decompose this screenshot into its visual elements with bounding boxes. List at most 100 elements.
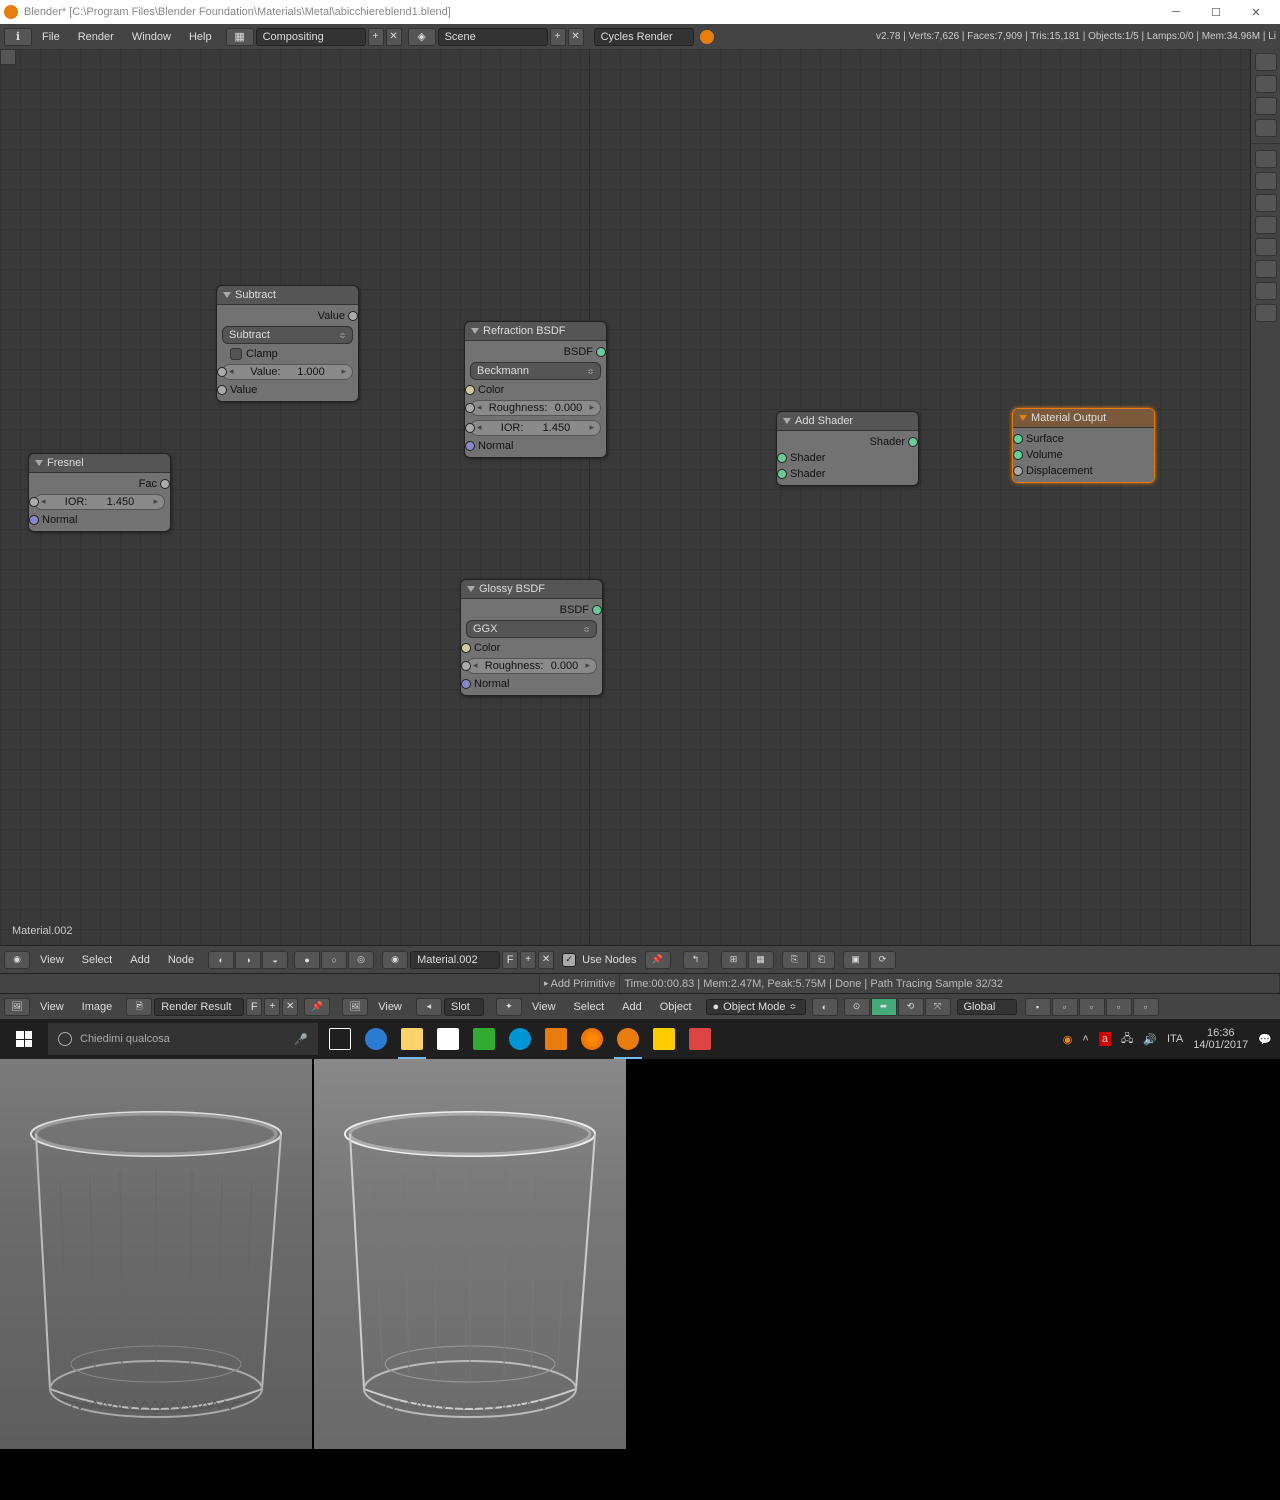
3d-view[interactable]: View — [524, 999, 564, 1015]
socket-rough-in[interactable] — [461, 661, 471, 671]
socket-disp-in[interactable] — [1013, 466, 1023, 476]
backdrop-icon[interactable]: ▣ — [843, 951, 869, 969]
sidebar-obj-icon[interactable] — [1255, 150, 1277, 168]
tray-av-icon[interactable]: a — [1099, 1032, 1111, 1046]
manip-rot-icon[interactable]: ⟲ — [898, 998, 924, 1016]
socket-bsdf-out[interactable] — [592, 605, 602, 615]
socket-ior-in[interactable] — [29, 497, 39, 507]
material-name-field[interactable]: Material.002 — [410, 951, 500, 969]
tray-notifications-icon[interactable]: 💬 — [1258, 1033, 1272, 1046]
socket-shader-out[interactable] — [908, 437, 918, 447]
copy-nodes-icon[interactable]: ⎘ — [782, 951, 808, 969]
start-button[interactable] — [0, 1019, 48, 1059]
layout-icon[interactable]: ▦ — [226, 28, 254, 46]
tray-app-icon[interactable]: ◉ — [1063, 1033, 1073, 1046]
close-button[interactable]: ✕ — [1236, 0, 1276, 24]
ne-add[interactable]: Add — [122, 952, 158, 968]
scene-icon[interactable]: ◈ — [408, 28, 436, 46]
sidebar-material-icon[interactable] — [1255, 238, 1277, 256]
node-glossy[interactable]: Glossy BSDF BSDF GGX≎ Color ◂Roughness:0… — [460, 579, 603, 696]
refraction-ior-field[interactable]: ◂IOR:1.450▸ — [470, 420, 601, 436]
img-unlink[interactable]: ✕ — [282, 998, 298, 1016]
mic-icon[interactable]: 🎤 — [294, 1033, 308, 1046]
blender-task-icon[interactable] — [610, 1019, 646, 1059]
app-3-icon[interactable] — [646, 1019, 682, 1059]
pivot-icon[interactable]: ⊙ — [844, 998, 870, 1016]
socket-value-out[interactable] — [348, 311, 358, 321]
render-result-field[interactable]: Render Result — [154, 998, 244, 1016]
lamp-mat-btn[interactable]: ◎ — [348, 951, 374, 969]
sidebar-texture-icon[interactable] — [1255, 260, 1277, 278]
3d-add[interactable]: Add — [614, 999, 650, 1015]
pin-icon[interactable]: 📌 — [645, 951, 671, 969]
menu-window[interactable]: Window — [124, 29, 179, 45]
snap-icon[interactable]: ⊞ — [721, 951, 747, 969]
comp-type-btn[interactable]: ◑ — [235, 951, 261, 969]
shader-type-btn[interactable]: ◐ — [208, 951, 234, 969]
layer-5[interactable]: ▫ — [1133, 998, 1159, 1016]
layer-4[interactable]: ▫ — [1106, 998, 1132, 1016]
mat-unlink-btn[interactable]: ✕ — [538, 951, 554, 969]
menu-help[interactable]: Help — [181, 29, 220, 45]
store-icon[interactable] — [430, 1019, 466, 1059]
fake-user-btn[interactable]: F — [502, 951, 518, 969]
app-4-icon[interactable] — [682, 1019, 718, 1059]
scene-remove[interactable]: ✕ — [568, 28, 584, 46]
socket-ior-in[interactable] — [465, 423, 475, 433]
socket-normal-in[interactable] — [29, 515, 39, 525]
task-view-icon[interactable] — [322, 1019, 358, 1059]
layer-3[interactable]: ▫ — [1079, 998, 1105, 1016]
firefox-icon[interactable] — [574, 1019, 610, 1059]
autorender-icon[interactable]: ⟳ — [870, 951, 896, 969]
3d-editor-icon[interactable]: ✦ — [496, 998, 522, 1016]
img-editor-icon[interactable]: 🖼 — [4, 998, 30, 1016]
sidebar-constraints-icon[interactable] — [1255, 172, 1277, 190]
snap-type-icon[interactable]: ▦ — [748, 951, 774, 969]
glossy-dist-dropdown[interactable]: GGX≎ — [466, 620, 597, 638]
glossy-rough-field[interactable]: ◂Roughness:0.000▸ — [466, 658, 597, 674]
node-material-output[interactable]: Material Output Surface Volume Displacem… — [1012, 408, 1155, 483]
slot-back-icon[interactable]: ◂ — [416, 998, 442, 1016]
img-pin-icon[interactable]: 📌 — [304, 998, 330, 1016]
hp-icon[interactable] — [502, 1019, 538, 1059]
math-mode-dropdown[interactable]: Subtract≎ — [222, 326, 353, 344]
ne-node[interactable]: Node — [160, 952, 202, 968]
layer-1[interactable]: ▪ — [1025, 998, 1051, 1016]
sidebar-scene-icon[interactable] — [1255, 97, 1277, 115]
tray-chevron-icon[interactable]: ˄ — [1082, 1033, 1088, 1045]
sidebar-physics-icon[interactable] — [1255, 304, 1277, 322]
scene-add[interactable]: + — [550, 28, 566, 46]
mat-browse-icon[interactable]: ◉ — [382, 951, 408, 969]
socket-value1-in[interactable] — [217, 367, 227, 377]
tray-volume-icon[interactable]: 🔊 — [1143, 1033, 1157, 1046]
img-add[interactable]: + — [264, 998, 280, 1016]
socket-shader1-in[interactable] — [777, 453, 787, 463]
sidebar-data-icon[interactable] — [1255, 216, 1277, 234]
socket-color-in[interactable] — [461, 643, 471, 653]
sidebar-world-icon[interactable] — [1255, 119, 1277, 137]
manip-icon[interactable]: ⬌ — [871, 998, 897, 1016]
layer-2[interactable]: ▫ — [1052, 998, 1078, 1016]
ne-view[interactable]: View — [32, 952, 72, 968]
node-editor[interactable]: Fresnel Fac ◂IOR:1.450▸ Normal Subtract … — [0, 49, 1250, 945]
obj-mat-btn[interactable]: ● — [294, 951, 320, 969]
socket-bsdf-out[interactable] — [596, 347, 606, 357]
img-view[interactable]: View — [32, 999, 72, 1015]
go-parent-icon[interactable]: ↰ — [683, 951, 709, 969]
3d-select[interactable]: Select — [566, 999, 613, 1015]
layout-add[interactable]: + — [368, 28, 384, 46]
socket-color-in[interactable] — [465, 385, 475, 395]
img-image[interactable]: Image — [74, 999, 121, 1015]
layout-remove[interactable]: ✕ — [386, 28, 402, 46]
mode-dropdown[interactable]: ●Object Mode≎ — [706, 999, 806, 1015]
scene-dropdown[interactable]: Scene — [438, 28, 548, 46]
paste-nodes-icon[interactable]: ⎗ — [809, 951, 835, 969]
add-primitive-label[interactable]: Add Primitive — [551, 978, 616, 990]
img-fake-user[interactable]: F — [246, 998, 262, 1016]
engine-dropdown[interactable]: Cycles Render — [594, 28, 694, 46]
app-1-icon[interactable] — [466, 1019, 502, 1059]
3d-object[interactable]: Object — [652, 999, 700, 1015]
subtract-value-field[interactable]: ◂Value:1.000▸ — [222, 364, 353, 380]
socket-normal-in[interactable] — [461, 679, 471, 689]
tray-lang[interactable]: ITA — [1167, 1033, 1183, 1045]
